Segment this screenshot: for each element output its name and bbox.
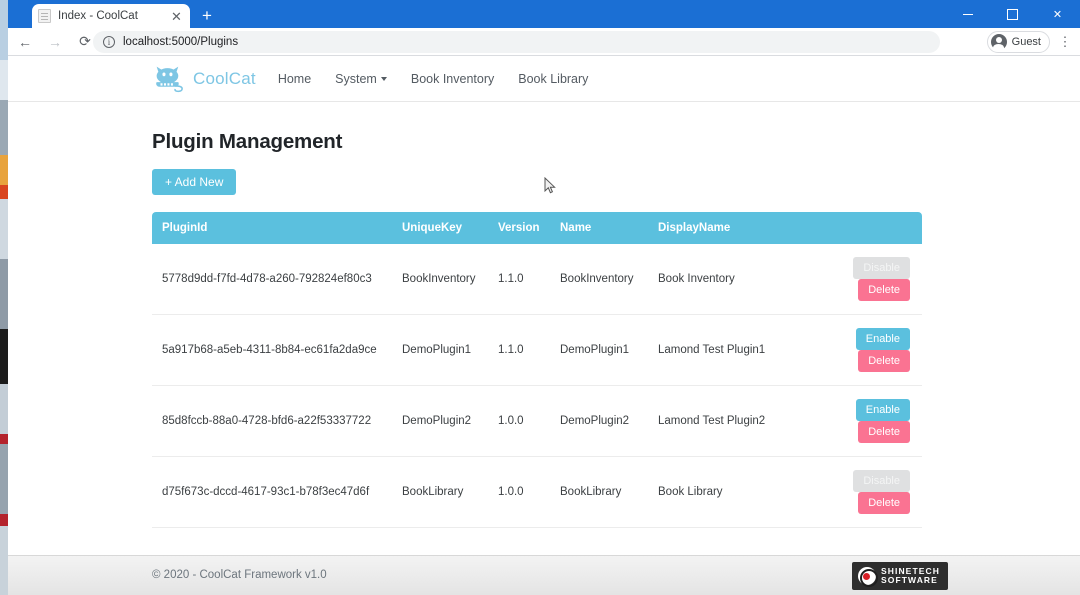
cell-name: DemoPlugin1 <box>560 315 658 386</box>
table-row: d75f673c-dccd-4617-93c1-b78f3ec47d6f Boo… <box>152 457 922 528</box>
cell-pluginid: d75f673c-dccd-4617-93c1-b78f3ec47d6f <box>152 457 402 528</box>
nav-link-home[interactable]: Home <box>278 72 311 86</box>
minimize-icon[interactable] <box>945 0 990 28</box>
cell-actions: Disable Delete <box>810 244 922 315</box>
table-row: 85d8fccb-88a0-4728-bfd6-a22f53337722 Dem… <box>152 386 922 457</box>
cell-displayname: Lamond Test Plugin2 <box>658 386 810 457</box>
cell-pluginid: 5a917b68-a5eb-4311-8b84-ec61fa2da9ce <box>152 315 402 386</box>
document-icon <box>38 9 51 23</box>
table-body: 5778d9dd-f7fd-4d78-a260-792824ef80c3 Boo… <box>152 244 922 528</box>
maximize-icon[interactable] <box>990 0 1035 28</box>
profile-button[interactable]: Guest <box>987 31 1050 53</box>
cell-uniquekey: BookInventory <box>402 244 498 315</box>
forward-icon[interactable]: → <box>42 29 68 55</box>
nav-link-label: Home <box>278 72 311 86</box>
toggle-plugin-button[interactable]: Enable <box>856 399 910 421</box>
table-header-row: PluginId UniqueKey Version Name DisplayN… <box>152 212 922 244</box>
cell-version: 1.1.0 <box>498 315 560 386</box>
column-header-pluginid[interactable]: PluginId <box>152 212 402 244</box>
toggle-plugin-button[interactable]: Enable <box>856 328 910 350</box>
browser-title-bar: Index - CoolCat ✕ + ✕ <box>8 0 1080 28</box>
site-info-icon[interactable]: i <box>103 36 115 48</box>
browser-toolbar: ← → ⟳ i localhost:5000/Plugins Guest ⋮ <box>8 28 1080 56</box>
address-bar[interactable]: i localhost:5000/Plugins <box>93 31 940 53</box>
shinetech-line2: SOFTWARE <box>881 576 940 585</box>
table-header: PluginId UniqueKey Version Name DisplayN… <box>152 212 922 244</box>
toggle-plugin-button: Disable <box>853 257 910 279</box>
main-content: Plugin Management + Add New PluginId Uni… <box>8 102 1080 528</box>
profile-name: Guest <box>1012 36 1041 48</box>
brand-name: CoolCat <box>193 69 256 89</box>
nav-link-label: Book Library <box>518 72 588 86</box>
shinetech-logo: SHINETECH SOFTWARE <box>852 562 948 590</box>
new-tab-button[interactable]: + <box>196 5 218 27</box>
cell-name: BookInventory <box>560 244 658 315</box>
column-header-version[interactable]: Version <box>498 212 560 244</box>
site-navbar: CoolCat Home System Book Inventory Book … <box>8 56 1080 102</box>
plugin-table: PluginId UniqueKey Version Name DisplayN… <box>152 212 922 528</box>
delete-plugin-button[interactable]: Delete <box>858 421 910 443</box>
browser-window: Index - CoolCat ✕ + ✕ ← → ⟳ i localhost:… <box>8 0 1080 595</box>
column-header-displayname[interactable]: DisplayName <box>658 212 810 244</box>
add-new-button[interactable]: + Add New <box>152 169 236 195</box>
cell-name: BookLibrary <box>560 457 658 528</box>
column-header-name[interactable]: Name <box>560 212 658 244</box>
shinetech-wordmark: SHINETECH SOFTWARE <box>881 567 940 585</box>
cell-displayname: Book Library <box>658 457 810 528</box>
page-viewport: CoolCat Home System Book Inventory Book … <box>8 56 1080 595</box>
chevron-down-icon <box>381 77 387 81</box>
column-header-actions <box>810 212 922 244</box>
cell-actions: Enable Delete <box>810 386 922 457</box>
page-title: Plugin Management <box>152 130 1080 154</box>
delete-plugin-button[interactable]: Delete <box>858 279 910 301</box>
avatar <box>991 34 1007 50</box>
cell-uniquekey: DemoPlugin2 <box>402 386 498 457</box>
browser-tab[interactable]: Index - CoolCat ✕ <box>32 4 190 28</box>
table-row: 5778d9dd-f7fd-4d78-a260-792824ef80c3 Boo… <box>152 244 922 315</box>
url-text: localhost:5000/Plugins <box>123 36 238 48</box>
table-row: 5a917b68-a5eb-4311-8b84-ec61fa2da9ce Dem… <box>152 315 922 386</box>
copyright-text: © 2020 - CoolCat Framework v1.0 <box>152 569 327 581</box>
delete-plugin-button[interactable]: Delete <box>858 350 910 372</box>
cell-version: 1.0.0 <box>498 386 560 457</box>
cell-displayname: Lamond Test Plugin1 <box>658 315 810 386</box>
coolcat-logo-icon <box>152 64 186 94</box>
cell-version: 1.1.0 <box>498 244 560 315</box>
kebab-menu-icon[interactable]: ⋮ <box>1056 32 1074 52</box>
column-header-uniquekey[interactable]: UniqueKey <box>402 212 498 244</box>
cell-name: DemoPlugin2 <box>560 386 658 457</box>
cell-actions: Enable Delete <box>810 315 922 386</box>
nav-link-label: System <box>335 72 377 86</box>
cell-displayname: Book Inventory <box>658 244 810 315</box>
nav-link-system[interactable]: System <box>335 72 387 86</box>
page-footer: © 2020 - CoolCat Framework v1.0 SHINETEC… <box>8 555 1080 595</box>
cell-uniquekey: BookLibrary <box>402 457 498 528</box>
back-icon[interactable]: ← <box>12 29 38 55</box>
nav-link-label: Book Inventory <box>411 72 494 86</box>
shinetech-mark-icon <box>858 567 876 585</box>
delete-plugin-button[interactable]: Delete <box>858 492 910 514</box>
cell-version: 1.0.0 <box>498 457 560 528</box>
cell-pluginid: 85d8fccb-88a0-4728-bfd6-a22f53337722 <box>152 386 402 457</box>
nav-link-book-library[interactable]: Book Library <box>518 72 588 86</box>
cell-pluginid: 5778d9dd-f7fd-4d78-a260-792824ef80c3 <box>152 244 402 315</box>
toggle-plugin-button: Disable <box>853 470 910 492</box>
close-icon[interactable]: ✕ <box>169 9 184 24</box>
nav-link-book-inventory[interactable]: Book Inventory <box>411 72 494 86</box>
cell-uniquekey: DemoPlugin1 <box>402 315 498 386</box>
window-controls: ✕ <box>945 0 1080 28</box>
close-icon[interactable]: ✕ <box>1035 0 1080 28</box>
brand-logo-link[interactable]: CoolCat <box>152 64 256 94</box>
tab-title: Index - CoolCat <box>58 10 169 22</box>
cell-actions: Disable Delete <box>810 457 922 528</box>
